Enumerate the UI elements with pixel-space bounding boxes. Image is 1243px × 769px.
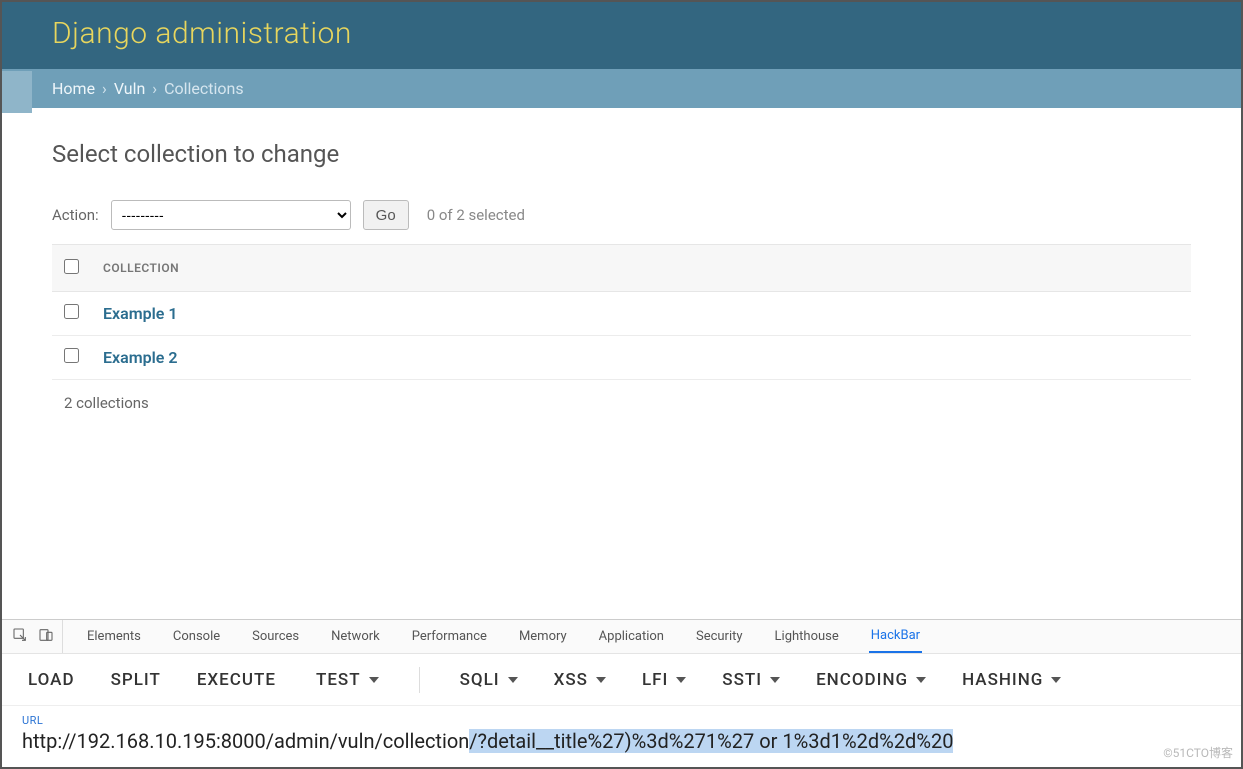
devtools-tabstrip: Elements Console Sources Network Performance…	[2, 620, 1241, 654]
row-checkbox[interactable]	[64, 304, 79, 319]
hackbar-xss-button[interactable]: XSS	[554, 670, 606, 690]
row-checkbox[interactable]	[64, 348, 79, 363]
hackbar-test-button[interactable]: TEST	[316, 670, 379, 690]
django-header: Django administration	[2, 2, 1241, 69]
chevron-down-icon	[508, 677, 518, 683]
action-label: Action:	[52, 206, 99, 224]
chevron-down-icon	[369, 677, 379, 683]
url-highlighted-part: /?detail__title%27)%3d%271%27 or 1%3d1%2…	[469, 729, 953, 753]
url-input[interactable]: http://192.168.10.195:8000/admin/vuln/co…	[22, 729, 1221, 753]
chevron-down-icon	[916, 677, 926, 683]
devtools-tab-application[interactable]: Application	[597, 621, 666, 652]
devtools-tab-console[interactable]: Console	[171, 621, 222, 652]
devtools-tab-security[interactable]: Security	[694, 621, 745, 652]
sidebar-toggle-placeholder	[2, 71, 32, 113]
devtools-tab-hackbar[interactable]: HackBar	[869, 620, 922, 653]
column-header-collection[interactable]: COLLECTION	[91, 245, 1191, 292]
hackbar-ssti-button[interactable]: SSTI	[722, 670, 780, 690]
breadcrumb-app[interactable]: Vuln	[114, 79, 146, 98]
devtools-tab-elements[interactable]: Elements	[85, 621, 143, 652]
table-row: Example 1	[52, 292, 1191, 336]
devtools-tab-sources[interactable]: Sources	[250, 621, 301, 652]
breadcrumb-home[interactable]: Home	[52, 79, 95, 98]
hackbar-url-block: URL http://192.168.10.195:8000/admin/vul…	[2, 706, 1241, 767]
table-row: Example 2	[52, 336, 1191, 380]
hackbar-sqli-button[interactable]: SQLI	[460, 670, 518, 690]
action-select[interactable]: ---------	[111, 200, 351, 230]
go-button[interactable]: Go	[363, 200, 409, 230]
chevron-down-icon	[676, 677, 686, 683]
inspect-icon[interactable]	[12, 627, 28, 647]
chevron-down-icon	[596, 677, 606, 683]
devtools-tab-performance[interactable]: Performance	[410, 621, 489, 652]
breadcrumb-sep: ›	[152, 79, 157, 98]
url-plain-part: http://192.168.10.195:8000/admin/vuln/co…	[22, 729, 469, 753]
hackbar-encoding-button[interactable]: ENCODING	[816, 670, 926, 690]
changelist-table: COLLECTION Example 1 Example 2	[52, 244, 1191, 380]
select-all-cell	[52, 245, 91, 292]
select-all-checkbox[interactable]	[64, 259, 79, 274]
toolbar-separator	[419, 667, 420, 693]
site-title: Django administration	[52, 16, 1191, 51]
content-area: Select collection to change Action: ----…	[2, 108, 1241, 619]
hackbar-hashing-button[interactable]: HASHING	[962, 670, 1061, 690]
object-count: 2 collections	[52, 380, 1191, 426]
devtools-panel: Elements Console Sources Network Performance…	[2, 619, 1241, 767]
hackbar-split-button[interactable]: SPLIT	[111, 670, 161, 690]
devtools-tab-network[interactable]: Network	[329, 621, 382, 652]
devtools-tab-lighthouse[interactable]: Lighthouse	[773, 621, 841, 652]
hackbar-toolbar: LOAD SPLIT EXECUTE TEST SQLI XSS LFI SSTI ENCO…	[2, 654, 1241, 706]
devtools-tab-memory[interactable]: Memory	[517, 621, 569, 652]
breadcrumb-current: Collections	[164, 79, 244, 98]
device-toolbar-icon[interactable]	[38, 627, 54, 647]
selection-count: 0 of 2 selected	[427, 206, 525, 224]
chevron-down-icon	[770, 677, 780, 683]
chevron-down-icon	[1051, 677, 1061, 683]
page-title: Select collection to change	[52, 140, 1191, 168]
url-label: URL	[22, 714, 1221, 727]
watermark: ©51CTO博客	[1163, 744, 1233, 761]
row-link[interactable]: Example 1	[103, 304, 178, 323]
row-link[interactable]: Example 2	[103, 348, 178, 367]
hackbar-lfi-button[interactable]: LFI	[642, 670, 686, 690]
hackbar-execute-button[interactable]: EXECUTE	[197, 670, 276, 690]
breadcrumb: Home › Vuln › Collections	[2, 69, 1241, 108]
breadcrumb-sep: ›	[102, 79, 107, 98]
actions-bar: Action: --------- Go 0 of 2 selected	[52, 200, 1191, 230]
hackbar-load-button[interactable]: LOAD	[28, 670, 75, 690]
